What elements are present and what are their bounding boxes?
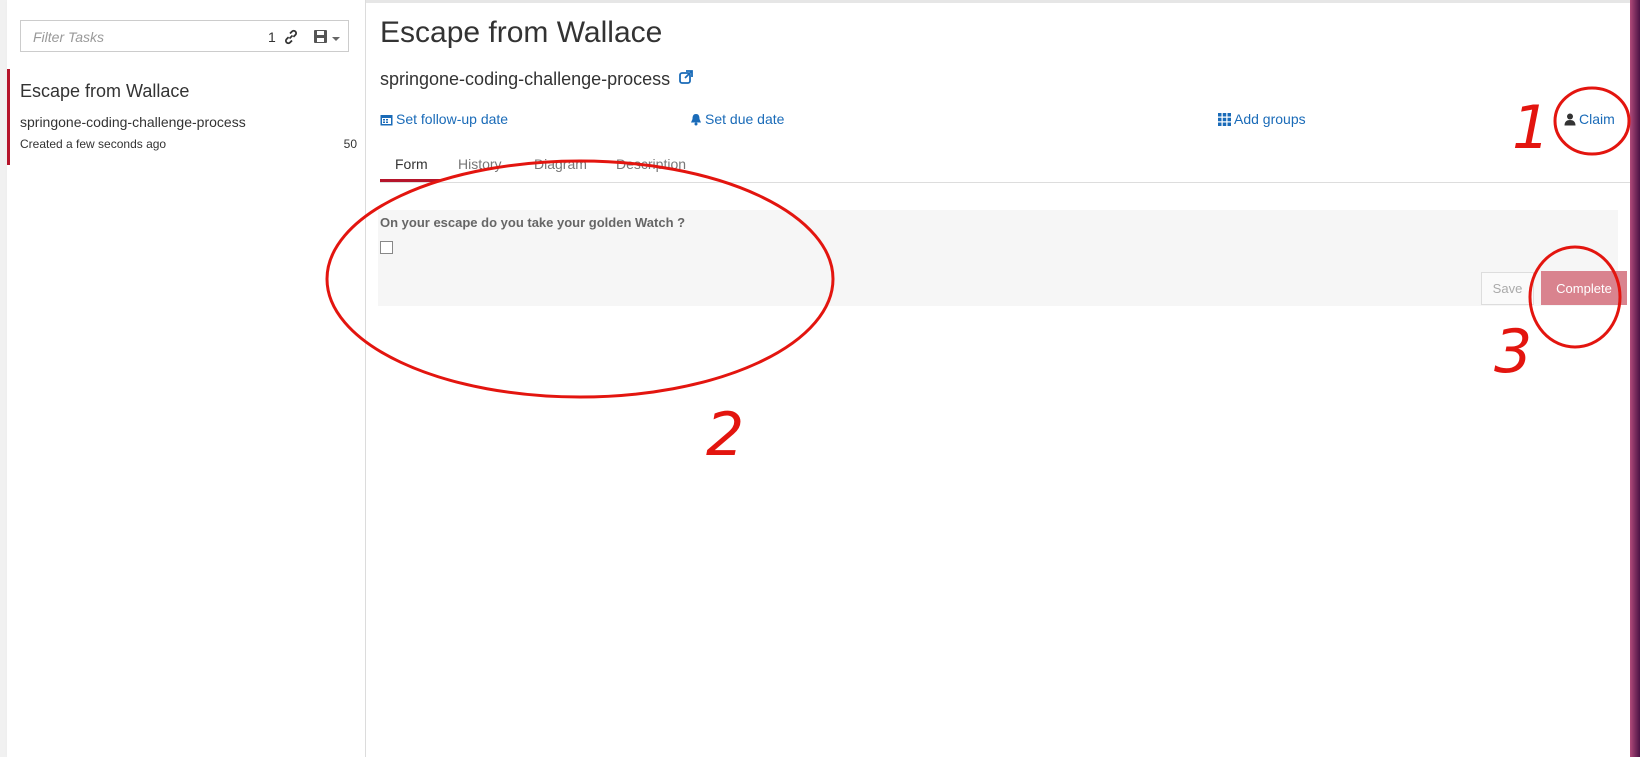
save-button[interactable]: Save [1481,272,1534,305]
tab-form[interactable]: Form [395,156,428,172]
set-follow-up-date-button[interactable]: Set follow-up date [380,111,508,127]
external-link-icon[interactable] [678,70,693,84]
golden-watch-checkbox[interactable] [380,241,393,254]
annotation-number-3: 3 [1494,317,1533,387]
process-definition-link[interactable]: springone-coding-challenge-process [380,69,693,90]
tab-description[interactable]: Description [616,156,686,172]
task-count: 1 [268,29,276,45]
add-groups-label: Add groups [1234,111,1306,127]
task-tabs: Form History Diagram Description [380,150,1630,183]
task-list-item-name: Escape from Wallace [20,81,190,101]
task-list-item-created: Created a few seconds ago [20,137,167,151]
annotation-number-1: 1 [1512,93,1551,163]
task-detail-panel: Escape from Wallace springone-coding-cha… [366,0,1630,757]
user-icon [1564,113,1576,126]
link-icon[interactable] [283,29,299,45]
claim-label: Claim [1579,111,1615,127]
annotation-number-2: 2 [706,400,745,470]
task-list-item-priority: 50 [343,137,357,151]
set-due-date-label: Set due date [705,111,785,127]
top-divider [366,0,1630,3]
save-icon[interactable] [313,29,328,44]
set-follow-up-date-label: Set follow-up date [396,111,509,127]
complete-button[interactable]: Complete [1541,271,1627,305]
active-tab-indicator [380,179,440,182]
tab-diagram[interactable]: Diagram [534,156,587,172]
process-name: springone-coding-challenge-process [380,69,671,89]
claim-button[interactable]: Claim [1564,111,1615,127]
task-title: Escape from Wallace [380,16,663,49]
grid-icon [1218,113,1231,126]
form-question-label: On your escape do you take your golden W… [380,215,686,230]
task-list-item[interactable]: Escape from Wallace springone-coding-cha… [7,69,365,165]
task-form: On your escape do you take your golden W… [378,210,1627,306]
task-list-item-process: springone-coding-challenge-process [20,114,246,130]
tab-history[interactable]: History [458,156,502,172]
set-due-date-button[interactable]: Set due date [690,111,784,127]
filter-placeholder: Filter Tasks [33,29,105,45]
desktop-edge [1630,0,1640,757]
filter-tasks-input[interactable]: Filter Tasks 1 [20,20,349,52]
task-list-sidebar: Filter Tasks 1 Escape from Wallace sprin… [7,0,366,757]
calendar-icon [380,115,393,126]
add-groups-button[interactable]: Add groups [1218,111,1306,127]
bell-icon [691,114,701,126]
chevron-down-icon[interactable] [332,37,340,41]
